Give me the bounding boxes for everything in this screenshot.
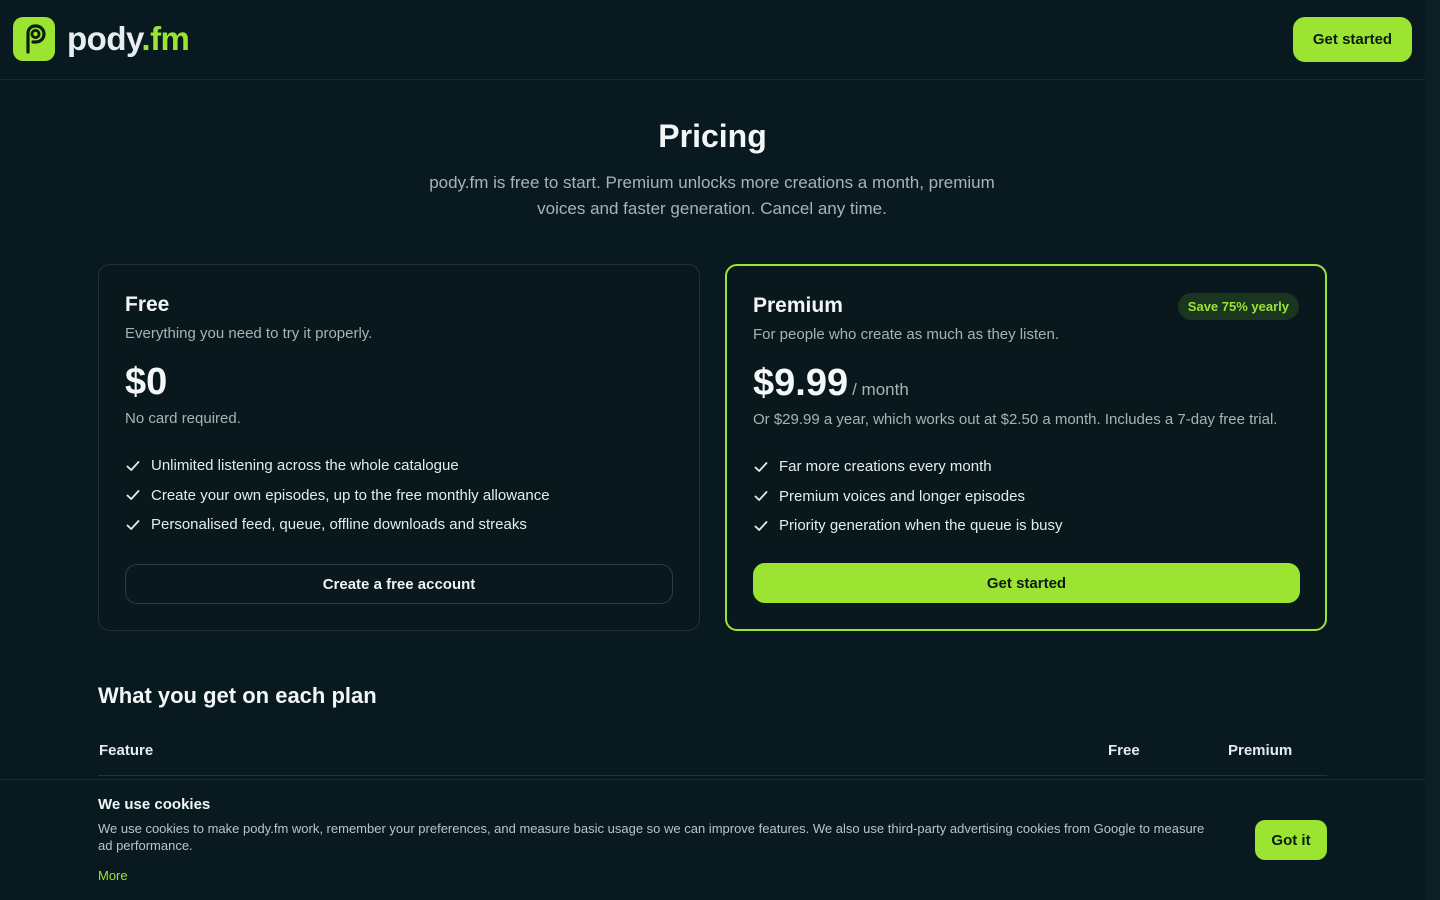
- premium-plan-features: Far more creations every month Premium v…: [753, 452, 1063, 541]
- feature-label: Personalised feed, queue, offline downlo…: [151, 516, 527, 534]
- premium-plan-card: Premium Save 75% yearly For people who c…: [725, 264, 1327, 631]
- header-get-started-button[interactable]: Get started: [1293, 17, 1412, 62]
- page-scrollbar[interactable]: [1425, 0, 1440, 900]
- cookie-accept-button[interactable]: Got it: [1255, 820, 1327, 860]
- savings-badge: Save 75% yearly: [1177, 293, 1299, 320]
- page-title: Pricing: [658, 118, 767, 154]
- brand-name: pody.fm: [67, 20, 190, 58]
- cookie-more-link[interactable]: More: [98, 868, 128, 883]
- free-plan-description: Everything you need to try it properly.: [125, 325, 373, 342]
- column-header-premium: Premium: [1228, 742, 1293, 759]
- premium-get-started-button[interactable]: Get started: [753, 563, 1300, 603]
- free-plan-features: Unlimited listening across the whole cat…: [125, 451, 550, 540]
- price-period: / month: [852, 380, 909, 399]
- create-free-account-button[interactable]: Create a free account: [125, 564, 673, 604]
- top-navigation: pody.fm Get started: [0, 0, 1425, 80]
- feature-label: Premium voices and longer episodes: [779, 487, 1025, 505]
- comparison-table-header: Feature Free Premium: [98, 738, 1327, 776]
- check-icon: [753, 459, 769, 475]
- check-icon: [125, 458, 141, 474]
- premium-plan-description: For people who create as much as they li…: [753, 326, 1059, 343]
- brand-name-tld: fm: [150, 20, 190, 57]
- cookie-text: We use cookies to make pody.fm work, rem…: [98, 821, 1205, 853]
- podcast-logo-icon: [13, 17, 55, 61]
- check-icon: [753, 518, 769, 534]
- comparison-title: What you get on each plan: [98, 683, 377, 708]
- free-plan-note: No card required.: [125, 410, 241, 427]
- column-header-feature: Feature: [99, 742, 154, 759]
- list-item: Priority generation when the queue is bu…: [753, 511, 1063, 541]
- page-subtitle: pody.fm is free to start. Premium unlock…: [429, 173, 995, 218]
- list-item: Premium voices and longer episodes: [753, 482, 1063, 512]
- free-plan-title: Free: [125, 293, 170, 316]
- brand-logo[interactable]: pody.fm: [13, 17, 190, 61]
- feature-label: Priority generation when the queue is bu…: [779, 517, 1063, 535]
- feature-label: Unlimited listening across the whole cat…: [151, 457, 459, 475]
- brand-name-dot: .: [141, 20, 151, 57]
- check-icon: [125, 487, 141, 503]
- brand-name-main: pody: [67, 20, 142, 57]
- column-header-free: Free: [1108, 742, 1140, 759]
- free-plan-price: $0: [125, 361, 168, 403]
- list-item: Unlimited listening across the whole cat…: [125, 451, 550, 481]
- free-plan-card: Free Everything you need to try it prope…: [98, 264, 700, 631]
- feature-label: Create your own episodes, up to the free…: [151, 486, 550, 504]
- feature-label: Far more creations every month: [779, 458, 992, 476]
- check-icon: [125, 517, 141, 533]
- list-item: Create your own episodes, up to the free…: [125, 481, 550, 511]
- premium-plan-title: Premium: [753, 294, 843, 317]
- premium-plan-note: Or $29.99 a year, which works out at $2.…: [753, 411, 1278, 428]
- check-icon: [753, 488, 769, 504]
- premium-plan-price-row: $9.99/ month: [753, 362, 909, 405]
- list-item: Far more creations every month: [753, 452, 1063, 482]
- cookie-title: We use cookies: [98, 796, 211, 813]
- cookie-banner: We use cookies We use cookies to make po…: [0, 779, 1425, 900]
- list-item: Personalised feed, queue, offline downlo…: [125, 510, 550, 540]
- premium-plan-price: $9.99: [753, 362, 849, 404]
